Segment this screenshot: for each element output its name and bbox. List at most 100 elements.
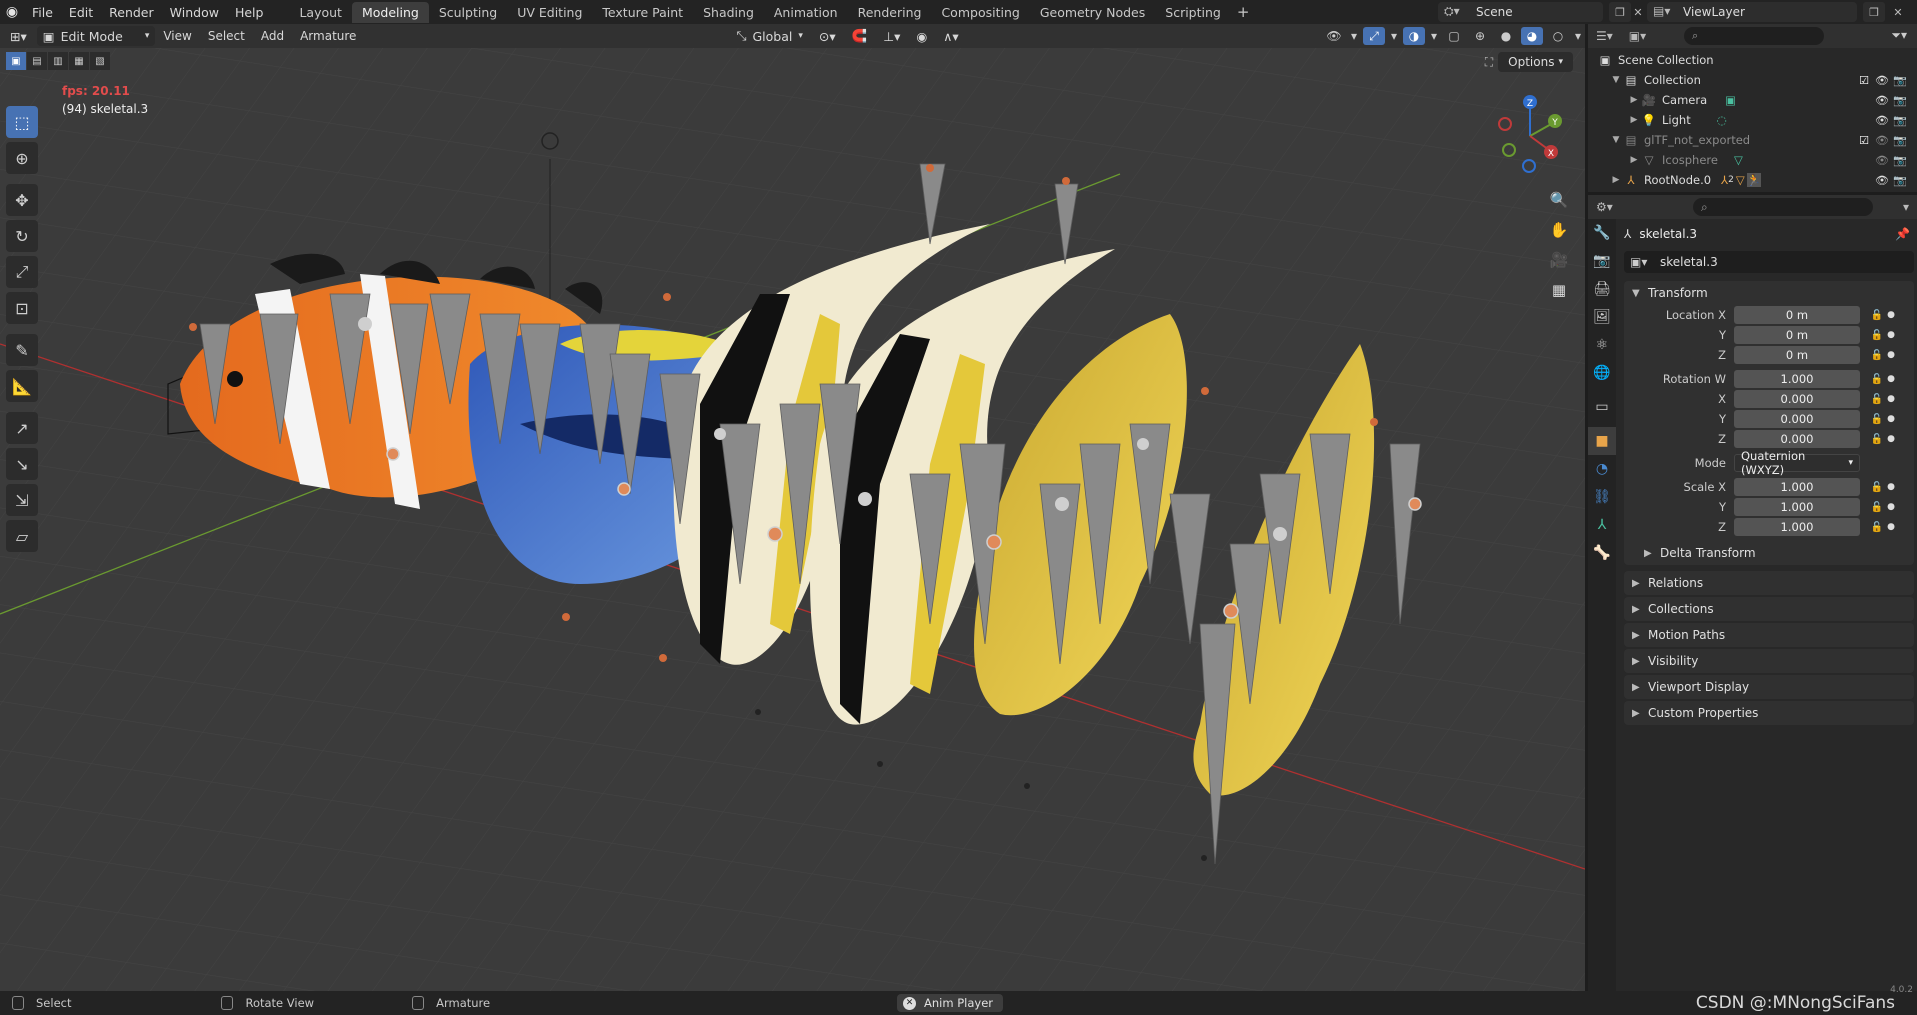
view-layer-selector[interactable]: ▤▾ ViewLayer xyxy=(1647,2,1857,22)
armature-data-tab-icon[interactable]: ⅄ xyxy=(1588,511,1616,539)
eye-icon[interactable]: 👁 xyxy=(1873,74,1891,87)
pose-child-icon[interactable]: 🏃 xyxy=(1746,173,1761,187)
pivot-point-icon[interactable]: ⊙▾ xyxy=(813,26,842,46)
eye-icon[interactable]: 👁 xyxy=(1873,174,1891,187)
tab-animation[interactable]: Animation xyxy=(764,2,848,23)
scene-tab-icon[interactable]: ⚛ xyxy=(1588,331,1616,359)
camera-render-icon[interactable]: 📷 xyxy=(1891,74,1909,87)
menu-add[interactable]: Add xyxy=(253,29,292,43)
select-box-tool-icon[interactable]: ⬚ xyxy=(6,106,38,138)
keyframe-dot-icon[interactable]: ● xyxy=(1886,502,1896,512)
light-data-icon[interactable]: ◌ xyxy=(1717,113,1727,127)
world-tab-icon[interactable]: 🌐 xyxy=(1588,359,1616,387)
expand-arrow-icon[interactable]: ▶ xyxy=(1610,175,1622,185)
expand-arrow-icon[interactable]: ▼ xyxy=(1610,135,1622,145)
display-mode-icon[interactable]: ▣▾ xyxy=(1629,29,1646,43)
visibility-icon[interactable]: 👁 xyxy=(1323,27,1345,45)
chevron-down-icon[interactable]: ▾ xyxy=(1389,27,1399,45)
lock-icon[interactable]: 🔓 xyxy=(1868,414,1886,425)
properties-search-input[interactable]: ⌕ xyxy=(1693,198,1873,216)
menu-edit[interactable]: Edit xyxy=(61,5,101,20)
bone-size-tool-icon[interactable]: ↘ xyxy=(6,448,38,480)
keyframe-dot-icon[interactable]: ● xyxy=(1886,482,1896,492)
keyframe-dot-icon[interactable]: ● xyxy=(1886,522,1896,532)
constraints-tab-icon[interactable]: ⛓ xyxy=(1588,483,1616,511)
scale-tool-icon[interactable]: ⤢ xyxy=(6,256,38,288)
keyframe-dot-icon[interactable]: ● xyxy=(1886,350,1896,360)
menu-render[interactable]: Render xyxy=(101,5,162,20)
tab-rendering[interactable]: Rendering xyxy=(848,2,932,23)
menu-help[interactable]: Help xyxy=(227,5,272,20)
tab-shading[interactable]: Shading xyxy=(693,2,764,23)
outliner-row-light[interactable]: ▶ 💡 Light ◌ 👁 📷 xyxy=(1588,110,1917,130)
rotation-z-field[interactable]: 0.000 xyxy=(1734,430,1860,448)
select-intersect-icon[interactable]: ▧ xyxy=(90,52,110,70)
camera-render-icon[interactable]: 📷 xyxy=(1891,174,1909,187)
orientation-selector[interactable]: ⤡ Global ▾ xyxy=(730,26,808,46)
transform-panel-header[interactable]: ▼ Transform xyxy=(1624,281,1914,305)
wireframe-shading-icon[interactable]: ⊕ xyxy=(1469,27,1491,45)
expand-arrow-icon[interactable]: ▼ xyxy=(1610,75,1622,85)
snap-icon[interactable]: 🧲 xyxy=(846,26,874,46)
snap-icon[interactable]: ⛶ xyxy=(1479,52,1499,72)
scale-x-field[interactable]: 1.000 xyxy=(1734,478,1860,496)
material-shading-icon[interactable]: ◕ xyxy=(1521,27,1543,45)
collections-panel[interactable]: ▶ Collections xyxy=(1624,597,1914,621)
rotation-mode-dropdown[interactable]: Quaternion (WXYZ) ▾ xyxy=(1734,449,1860,477)
rendered-shading-icon[interactable]: ○ xyxy=(1547,27,1569,45)
location-y-field[interactable]: 0 m xyxy=(1734,326,1860,344)
measure-tool-icon[interactable]: 📐 xyxy=(6,370,38,402)
relations-panel[interactable]: ▶ Relations xyxy=(1624,571,1914,595)
outliner-search-input[interactable]: ⌕ xyxy=(1684,27,1824,45)
delta-transform-subpanel[interactable]: ▶ Delta Transform xyxy=(1624,541,1914,565)
eye-icon[interactable]: 👁 xyxy=(1873,154,1891,167)
tab-modeling[interactable]: Modeling xyxy=(351,1,429,23)
snap-target-icon[interactable]: ⊥▾ xyxy=(877,26,906,46)
gizmo-icon[interactable]: ⤢ xyxy=(1363,27,1385,45)
location-z-field[interactable]: 0 m xyxy=(1734,346,1860,364)
lock-icon[interactable]: 🔓 xyxy=(1868,350,1886,361)
delete-scene-icon[interactable]: ✕ xyxy=(1627,2,1649,22)
eye-icon[interactable]: 👁 xyxy=(1873,94,1891,107)
navigation-gizmo[interactable]: Z Y X xyxy=(1487,88,1573,178)
transform-tool-icon[interactable]: ⊡ xyxy=(6,292,38,324)
extrude-tool-icon[interactable]: ⇲ xyxy=(6,484,38,516)
camera-view-icon[interactable]: 🎥 xyxy=(1545,246,1573,274)
view-layer-tab-icon[interactable]: 🖼 xyxy=(1588,303,1616,331)
checkbox-icon[interactable]: ☑ xyxy=(1855,134,1873,147)
outliner-row-camera[interactable]: ▶ 🎥 Camera ▣ 👁 📷 xyxy=(1588,90,1917,110)
properties-editor-icon[interactable]: ⚙▾ xyxy=(1596,200,1613,214)
outliner-editor-icon[interactable]: ☰▾ xyxy=(1596,29,1613,43)
add-workspace-icon[interactable]: + xyxy=(1231,3,1256,21)
close-icon[interactable]: ✕ xyxy=(903,996,916,1010)
tab-compositing[interactable]: Compositing xyxy=(931,2,1029,23)
gizmo-neg-z[interactable] xyxy=(1522,159,1536,173)
falloff-icon[interactable]: ∧▾ xyxy=(937,26,964,46)
tool-tab-icon[interactable]: 🔧 xyxy=(1588,219,1616,247)
3d-viewport[interactable]: ⊞▾ ▣ Edit Mode ▾ View Select Add Armatur… xyxy=(0,24,1585,991)
keyframe-dot-icon[interactable]: ● xyxy=(1886,374,1896,384)
menu-armature[interactable]: Armature xyxy=(292,29,364,43)
scale-z-field[interactable]: 1.000 xyxy=(1734,518,1860,536)
rotate-tool-icon[interactable]: ↻ xyxy=(6,220,38,252)
visibility-panel[interactable]: ▶ Visibility xyxy=(1624,649,1914,673)
tab-layout[interactable]: Layout xyxy=(289,2,352,23)
pan-hand-icon[interactable]: ✋ xyxy=(1545,216,1573,244)
lock-icon[interactable]: 🔓 xyxy=(1868,522,1886,533)
menu-select[interactable]: Select xyxy=(200,29,253,43)
lock-icon[interactable]: 🔓 xyxy=(1868,482,1886,493)
lock-icon[interactable]: 🔓 xyxy=(1868,434,1886,445)
proportional-edit-icon[interactable]: ◉ xyxy=(910,26,933,46)
camera-render-icon[interactable]: 📷 xyxy=(1891,114,1909,127)
tab-sculpting[interactable]: Sculpting xyxy=(429,2,507,23)
mesh-child-icon[interactable]: ▽ xyxy=(1736,173,1745,187)
mesh-data-icon[interactable]: ▽ xyxy=(1734,153,1743,167)
cursor-tool-icon[interactable]: ⊕ xyxy=(6,142,38,174)
object-name-field[interactable]: ▣▾ skeletal.3 xyxy=(1624,251,1914,273)
location-x-field[interactable]: 0 m xyxy=(1734,306,1860,324)
new-view-layer-icon[interactable]: ❐ xyxy=(1863,2,1885,22)
solid-shading-icon[interactable]: ● xyxy=(1495,27,1517,45)
delete-view-layer-icon[interactable]: ✕ xyxy=(1887,2,1909,22)
expand-arrow-icon[interactable]: ▶ xyxy=(1628,115,1640,125)
roll-tool-icon[interactable]: ↗ xyxy=(6,412,38,444)
